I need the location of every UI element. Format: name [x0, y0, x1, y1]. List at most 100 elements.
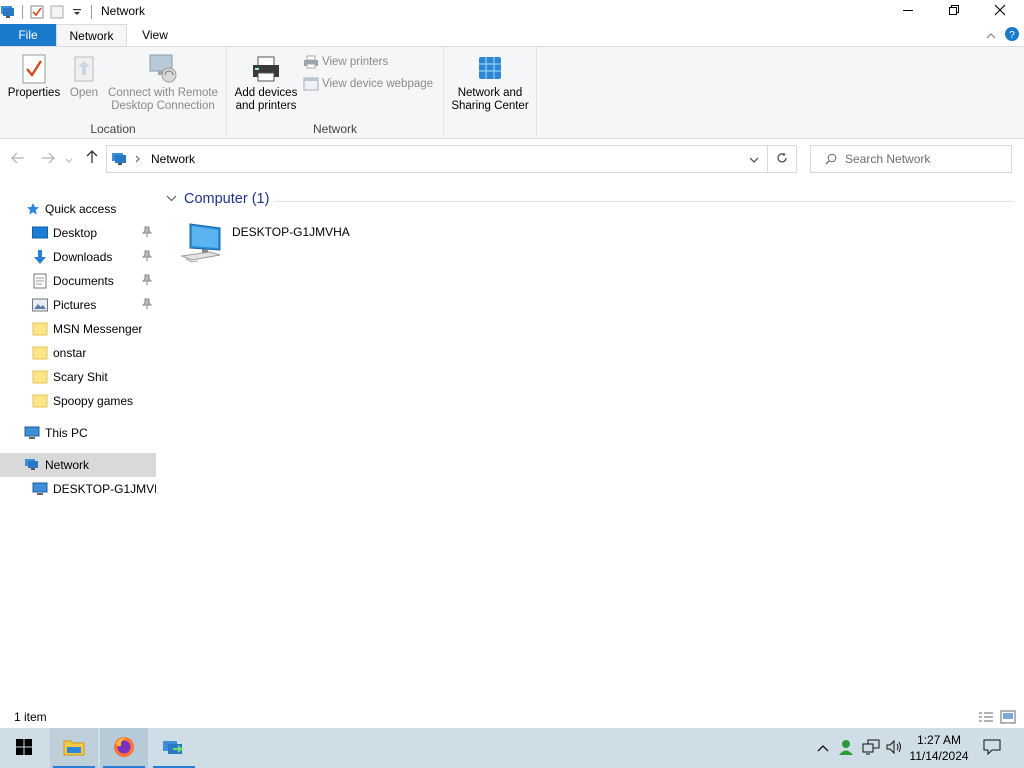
- view-webpage-icon: [303, 77, 319, 91]
- pin-icon[interactable]: [141, 298, 154, 312]
- desktop-icon: [32, 225, 48, 241]
- system-clock[interactable]: 1:27 AM 11/14/2024: [902, 732, 976, 764]
- nav-this-pc[interactable]: This PC: [0, 421, 156, 445]
- minimize-button[interactable]: [885, 0, 931, 22]
- tray-network-button[interactable]: [860, 728, 882, 768]
- group-divider: [274, 201, 1014, 202]
- windows-logo-icon: [16, 738, 32, 758]
- search-box[interactable]: [810, 145, 1012, 173]
- nav-item-documents[interactable]: Documents: [0, 269, 156, 293]
- view-device-webpage-button[interactable]: View device webpage: [303, 77, 433, 91]
- back-button[interactable]: [8, 150, 28, 168]
- qat-separator: [22, 5, 23, 19]
- chevron-down-icon: [65, 151, 73, 168]
- remote-desktop-label-1: Connect with Remote: [108, 87, 218, 99]
- forward-button[interactable]: [38, 150, 58, 168]
- nav-item-pictures[interactable]: Pictures: [0, 293, 156, 317]
- taskbar-firefox[interactable]: [100, 728, 148, 768]
- close-icon: [994, 3, 1006, 19]
- address-history-dropdown[interactable]: [740, 145, 768, 173]
- file-explorer-icon: [63, 738, 85, 759]
- close-button[interactable]: [977, 0, 1023, 22]
- pin-icon[interactable]: [141, 250, 154, 264]
- add-devices-button[interactable]: Add devices and printers: [231, 51, 301, 113]
- nav-item-spoopy-games[interactable]: Spoopy games: [0, 389, 156, 413]
- navigation-pane: Quick access Desktop Downloads Documents…: [0, 178, 160, 708]
- group-header-computer[interactable]: Computer (1): [166, 191, 269, 207]
- tab-file[interactable]: File: [0, 24, 56, 46]
- remote-desktop-button[interactable]: Connect with Remote Desktop Connection: [104, 51, 222, 113]
- start-button[interactable]: [0, 728, 48, 768]
- nav-item-downloads[interactable]: Downloads: [0, 245, 156, 269]
- nav-item-label: Desktop: [53, 226, 98, 240]
- search-input[interactable]: [845, 152, 1005, 166]
- nav-network[interactable]: Network: [0, 453, 156, 477]
- folder-icon: [32, 369, 48, 385]
- network-sharing-center-button[interactable]: Network and Sharing Center: [446, 51, 534, 113]
- computer-large-icon: [180, 222, 224, 267]
- new-folder-qat-icon[interactable]: [49, 4, 65, 20]
- show-hidden-icons-button[interactable]: [812, 728, 834, 768]
- qat-separator-2: [91, 5, 92, 19]
- nav-item-label: Spoopy games: [53, 394, 134, 408]
- properties-label: Properties: [7, 87, 61, 99]
- documents-icon: [32, 273, 48, 289]
- view-printers-label: View printers: [322, 56, 389, 68]
- firefox-icon: [112, 735, 136, 762]
- address-dropdown-chevron-icon: [749, 152, 759, 166]
- nav-item-label: onstar: [53, 346, 87, 360]
- pin-icon[interactable]: [141, 226, 154, 240]
- nav-quick-access-label: Quick access: [45, 202, 117, 216]
- add-devices-label-2: and printers: [235, 100, 297, 112]
- nav-this-pc-label: This PC: [45, 426, 88, 440]
- nav-quick-access[interactable]: Quick access: [0, 197, 156, 221]
- refresh-button[interactable]: [768, 145, 797, 173]
- minimize-ribbon-chevron-icon[interactable]: [986, 29, 996, 43]
- nav-network-desktop-label: DESKTOP-G1JMVHA: [53, 482, 156, 496]
- nav-network-desktop[interactable]: DESKTOP-G1JMVHA: [0, 477, 156, 501]
- title-bar: Network: [0, 0, 1024, 24]
- view-printers-button[interactable]: View printers: [303, 55, 388, 69]
- help-icon[interactable]: ?: [1004, 26, 1020, 45]
- nav-item-desktop[interactable]: Desktop: [0, 221, 156, 245]
- details-view-icon[interactable]: [978, 710, 994, 724]
- open-button[interactable]: Open: [66, 51, 102, 100]
- address-bar[interactable]: Network: [106, 145, 768, 173]
- properties-button[interactable]: Properties: [4, 51, 64, 100]
- breadcrumb-chevron-icon[interactable]: [135, 155, 141, 163]
- recent-locations-button[interactable]: [62, 150, 76, 168]
- svg-text:?: ?: [1009, 30, 1015, 41]
- nav-item-onstar[interactable]: onstar: [0, 341, 156, 365]
- open-icon: [68, 51, 100, 85]
- folder-icon: [32, 393, 48, 409]
- clock-date: 11/14/2024: [909, 749, 969, 763]
- computer-item[interactable]: DESKTOP-G1JMVHA: [180, 222, 350, 267]
- nav-item-label: MSN Messenger: [53, 322, 143, 336]
- tab-network[interactable]: Network: [56, 24, 127, 46]
- up-button[interactable]: [82, 150, 102, 168]
- back-arrow-icon: [11, 151, 25, 168]
- tray-user-icon-button[interactable]: [836, 728, 858, 768]
- restore-button[interactable]: [931, 0, 977, 22]
- taskbar-file-explorer[interactable]: [50, 728, 98, 768]
- network-window-icon[interactable]: [0, 4, 16, 20]
- ribbon-group-network: Add devices and printers View printers V…: [227, 47, 444, 139]
- nav-item-msn-messenger[interactable]: MSN Messenger: [0, 317, 156, 341]
- view-switcher: [978, 710, 1016, 724]
- properties-qat-icon[interactable]: [29, 4, 45, 20]
- clock-time: 1:27 AM: [916, 733, 962, 747]
- network-location-icon: [111, 152, 129, 166]
- nav-item-label: Downloads: [53, 250, 113, 264]
- qat-customize-dropdown-icon[interactable]: [69, 4, 85, 20]
- large-icons-view-icon[interactable]: [1000, 710, 1016, 724]
- open-label: Open: [69, 87, 99, 99]
- network-tray-icon: [862, 739, 880, 758]
- network-sharing-icon: [474, 51, 506, 85]
- nav-item-scary-shit[interactable]: Scary Shit: [0, 365, 156, 389]
- taskbar-network-app[interactable]: [150, 728, 198, 768]
- nsc-label-2: Sharing Center: [451, 100, 529, 112]
- pin-icon[interactable]: [141, 274, 154, 288]
- action-center-button[interactable]: [980, 728, 1004, 768]
- tab-view[interactable]: View: [129, 24, 181, 46]
- breadcrumb-network[interactable]: Network: [151, 152, 195, 166]
